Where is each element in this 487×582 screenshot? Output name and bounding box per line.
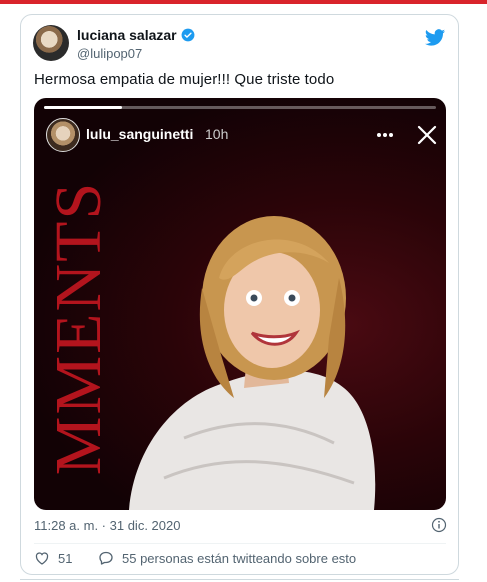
embedded-tweet-card[interactable]: luciana salazar @lulipop07 Hermosa empat…: [20, 14, 459, 575]
top-accent-bar: [0, 0, 487, 4]
twitter-bird-icon[interactable]: [424, 27, 446, 49]
chat-bubble-icon: [99, 551, 113, 565]
story-progress-bar: [44, 106, 436, 109]
story-username: lulu_sanguinetti: [86, 126, 194, 142]
story-time: 10h: [205, 126, 229, 142]
portrait-photo: [129, 216, 376, 510]
like-button[interactable]: 51: [34, 550, 72, 566]
heart-icon: [35, 552, 49, 565]
tweet-media-story-screenshot[interactable]: MMENTS lulu_sanguinetti 10h: [34, 98, 446, 510]
close-icon: [417, 125, 437, 145]
author-name-row: luciana salazar: [77, 27, 195, 43]
bottom-divider: [20, 579, 459, 580]
story-progress-fill: [44, 106, 123, 109]
tweet-divider: [34, 543, 446, 544]
author-avatar[interactable]: [33, 25, 69, 61]
story-user-avatar: [46, 118, 80, 152]
author-handle[interactable]: @lulipop07: [77, 46, 142, 61]
verified-badge-icon: [181, 28, 195, 42]
conversation-link[interactable]: 55 personas están twitteando sobre esto: [98, 550, 356, 566]
conversation-text: 55 personas están twitteando sobre esto: [122, 550, 357, 566]
more-dots-icon: [377, 133, 393, 137]
info-icon[interactable]: [431, 517, 447, 533]
tweet-timestamp[interactable]: 11:28 a. m. · 31 dic. 2020: [34, 518, 180, 533]
like-count: 51: [58, 550, 73, 566]
tweet-text: Hermosa empatia de mujer!!! Que triste t…: [34, 71, 335, 88]
author-display-name[interactable]: luciana salazar: [77, 27, 177, 43]
